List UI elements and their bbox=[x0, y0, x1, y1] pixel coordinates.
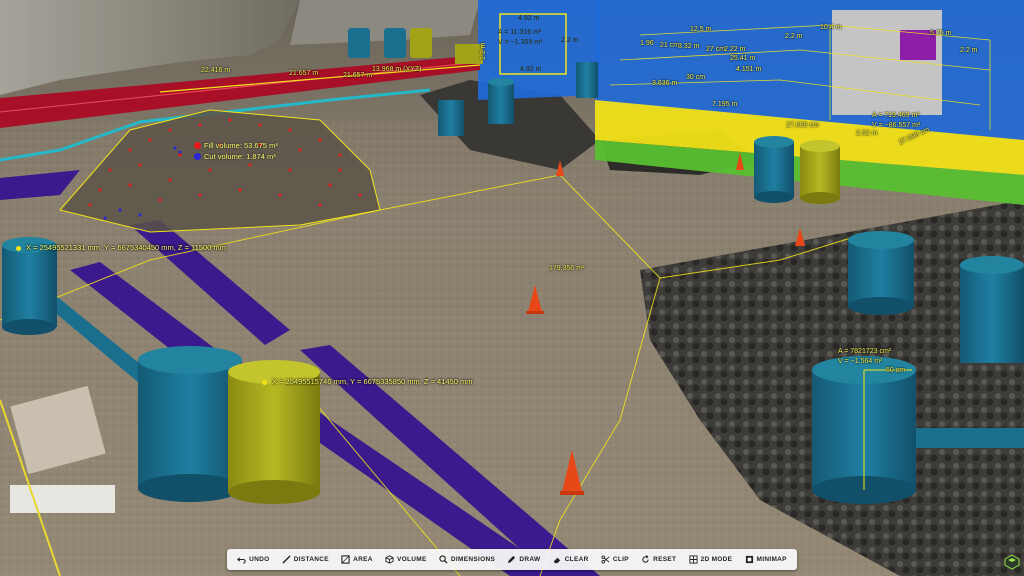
coordinate-label-2: X = 25495515746 mm, Y = 6675335850 mm, Z… bbox=[262, 377, 472, 386]
draw-button[interactable]: DRAW bbox=[507, 555, 540, 564]
building-dim-label: 21 cm bbox=[660, 42, 680, 49]
building-core bbox=[832, 10, 942, 115]
3d-viewport[interactable]: 22.416 m 21.657 m 21.657 m 13.968 m (XYZ… bbox=[0, 0, 1024, 576]
building-volume-label: V = ~86.557 m³ bbox=[872, 122, 921, 129]
cube-icon bbox=[385, 555, 394, 564]
cylinder-olive-right bbox=[800, 140, 840, 204]
box-height-label: 2.2 m bbox=[561, 37, 579, 44]
undo-icon bbox=[237, 557, 246, 564]
building-dim-label: 25.41 m bbox=[730, 55, 756, 62]
cut-volume-label: Cut volume: 1.874 m³ bbox=[204, 152, 276, 161]
cylinder-teal-center bbox=[488, 78, 514, 124]
cylinder-volume-label: V = ~1.564 m³ bbox=[838, 358, 883, 365]
cylinder-teal-right-2 bbox=[848, 231, 914, 315]
box-width-label: 4.92 m bbox=[518, 15, 540, 22]
cylinder-area-label: A = 7821723 cm² bbox=[838, 348, 892, 355]
building-dim-label: 1.96 bbox=[640, 40, 654, 47]
building-dim-label: 30 cm bbox=[686, 74, 706, 81]
cylinder-top-2 bbox=[384, 28, 406, 58]
box-width-bottom-label: 4.92 m bbox=[520, 66, 542, 73]
building-dim-label: 27 cm bbox=[706, 46, 726, 53]
building-dim-label: 2.22 m bbox=[724, 46, 746, 53]
cylinder-radius-label: 50 cm bbox=[886, 367, 906, 374]
minimap-button[interactable]: MINIMAP bbox=[745, 555, 787, 564]
coordinate-label-1: X = 25495521331 mm, Y = 6675340450 mm, Z… bbox=[16, 243, 226, 252]
reset-button[interactable]: RESET bbox=[641, 555, 676, 564]
scene-canvas[interactable] bbox=[0, 0, 1024, 576]
eraser-icon bbox=[553, 557, 560, 564]
ground-area-label: 179.356 m² bbox=[549, 265, 585, 272]
point-marker-icon bbox=[16, 245, 21, 251]
white-board bbox=[10, 485, 115, 513]
building-dim-label: 3.636 m bbox=[652, 80, 678, 87]
building-dim-label: 4.151 m bbox=[736, 66, 762, 73]
clip-button[interactable]: CLIP bbox=[601, 555, 629, 564]
distance-button[interactable]: DISTANCE bbox=[282, 555, 329, 564]
grid-icon bbox=[689, 555, 698, 564]
cylinder-top-3 bbox=[410, 28, 432, 58]
area-icon bbox=[341, 555, 350, 564]
pipe-length-label-4: 13.968 m (XYZ) bbox=[372, 66, 422, 73]
volume-button[interactable]: VOLUME bbox=[385, 555, 427, 564]
cylinder-teal-right-3 bbox=[960, 256, 1024, 363]
building-dim-label: 2.2 m bbox=[960, 47, 978, 54]
pipe-length-label-3: 21.657 m bbox=[343, 72, 373, 79]
cylinder-top-1 bbox=[348, 28, 370, 58]
box-area-label: A = 11.316 m² bbox=[498, 29, 542, 36]
building-area-label: A = 719.469 m² bbox=[872, 112, 920, 119]
building-dim-label: 27.008 cm bbox=[786, 122, 819, 129]
navigation-cube-icon[interactable] bbox=[1004, 554, 1020, 570]
building-dim-label: 2.2 m bbox=[785, 33, 803, 40]
volume-legend: Fill volume: 53.675 m³ Cut volume: 1.874… bbox=[194, 140, 278, 162]
magnifier-icon bbox=[439, 555, 448, 564]
measurement-toolbar: UNDO DISTANCE AREA VOLUME DIMENSIONS DRA… bbox=[227, 549, 797, 570]
ruler-icon bbox=[282, 555, 291, 564]
cylinder-top-4 bbox=[455, 44, 483, 64]
pipe-length-label-2: 21.657 m bbox=[289, 70, 319, 77]
undo-button[interactable]: UNDO bbox=[237, 555, 269, 564]
building-dim-label: 10.4 m bbox=[820, 24, 842, 31]
fill-volume-label: Fill volume: 53.675 m³ bbox=[204, 141, 278, 150]
scissors-icon bbox=[601, 555, 610, 564]
2d-mode-button[interactable]: 2D MODE bbox=[689, 555, 733, 564]
cylinder-teal-measured bbox=[812, 356, 916, 504]
box-volume-label: V = ~1.359 m³ bbox=[498, 39, 543, 46]
pencil-icon bbox=[508, 555, 516, 564]
vertical-measure-label: 1.2 m bbox=[480, 42, 487, 60]
pipe-length-label-1: 22.416 m bbox=[201, 67, 231, 74]
clear-button[interactable]: CLEAR bbox=[553, 555, 589, 564]
fill-swatch bbox=[194, 142, 201, 149]
cylinder-teal-right-top bbox=[580, 62, 596, 102]
building-dim-label: 7.195 m bbox=[712, 101, 738, 108]
building-dim-label: 12.5 m bbox=[690, 26, 712, 33]
cylinder-teal-mid bbox=[438, 100, 464, 136]
cylinder-teal-right-1 bbox=[754, 136, 794, 203]
point-marker-icon bbox=[262, 379, 267, 385]
map-icon bbox=[745, 555, 753, 564]
building-dim-label: 3.32 m bbox=[678, 43, 700, 50]
reset-icon bbox=[642, 555, 649, 563]
building-dim-label: 5.75 m bbox=[930, 30, 952, 37]
building-dim-label: 2.52 m bbox=[856, 130, 878, 137]
dimensions-button[interactable]: DIMENSIONS bbox=[439, 555, 495, 564]
cylinder-teal-front bbox=[138, 346, 242, 502]
cut-swatch bbox=[194, 153, 201, 160]
area-button[interactable]: AREA bbox=[341, 555, 373, 564]
